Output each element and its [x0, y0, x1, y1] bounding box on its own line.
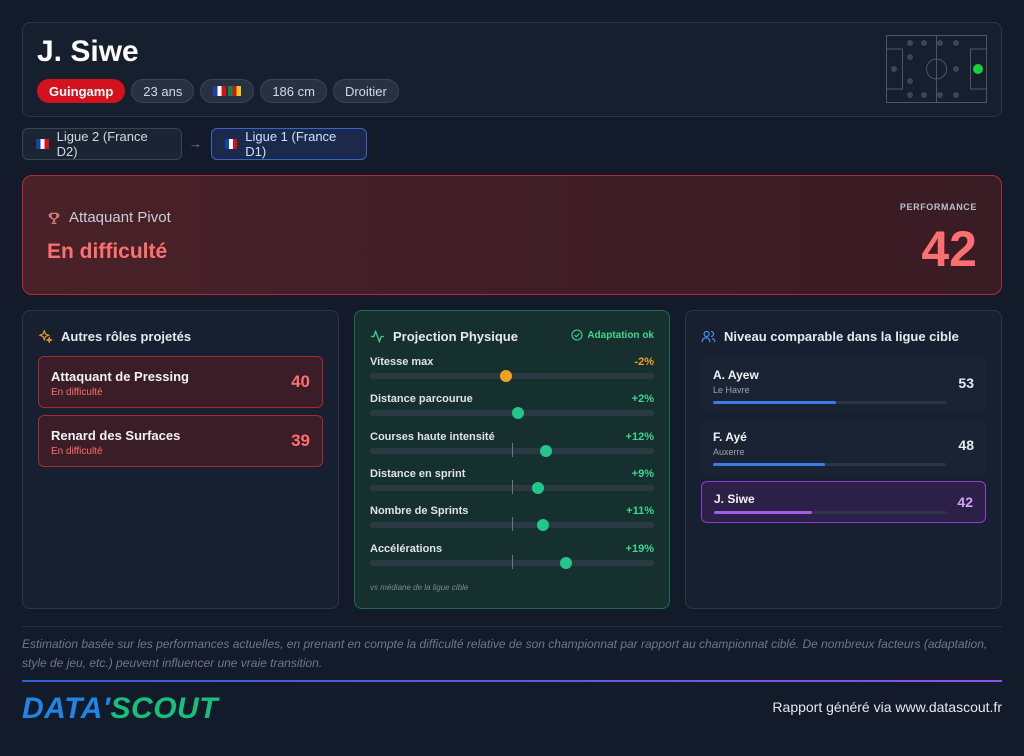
activity-icon — [371, 329, 384, 344]
metric-label: Nombre de Sprints — [370, 505, 469, 518]
physical-metric: Vitesse max -2% — [370, 356, 654, 386]
club-badge[interactable]: Guingamp — [37, 79, 126, 103]
check-circle-icon — [571, 329, 583, 341]
france-flag-icon — [225, 139, 238, 149]
arrow-right-icon: → — [189, 136, 202, 151]
main-role-card: Attaquant Pivot En difficulté PERFORMANC… — [22, 175, 1002, 295]
height-badge: 186 cm — [260, 79, 327, 103]
metric-marker[interactable] — [559, 556, 572, 569]
metric-delta: +11% — [626, 505, 654, 518]
score-bar-track — [713, 401, 946, 404]
other-roles-title: Autres rôles projetés — [38, 329, 191, 344]
role-name: Attaquant de Pressing — [51, 369, 189, 384]
score-bar-fill — [714, 511, 812, 514]
adaptation-badge: Adaptation ok — [571, 329, 654, 341]
comparable-heading: Niveau comparable dans la ligue cible — [724, 329, 959, 344]
report-generated-link[interactable]: Rapport généré via www.datascout.fr — [772, 699, 1002, 715]
metric-label: Courses haute intensité — [370, 430, 495, 443]
footer-divider — [22, 626, 1002, 627]
performance-label: PERFORMANCE — [899, 202, 977, 212]
role-item[interactable]: Attaquant de Pressing En difficulté 40 — [38, 356, 323, 408]
other-roles-panel: Autres rôles projetés Attaquant de Press… — [22, 310, 339, 609]
current-player-card[interactable]: J. Siwe 42 — [701, 481, 986, 523]
physical-metric: Nombre de Sprints +11% — [370, 505, 654, 535]
metric-marker[interactable] — [537, 519, 550, 532]
metric-delta: +9% — [631, 467, 654, 480]
metric-delta: +2% — [631, 393, 654, 406]
disclaimer-text: Estimation basée sur les performances ac… — [22, 637, 988, 670]
score-bar-fill — [713, 463, 825, 466]
median-marker — [512, 442, 513, 457]
trophy-icon — [48, 212, 60, 224]
metric-label: Accélérations — [370, 542, 443, 555]
player-name: J. Siwe — [37, 35, 139, 68]
main-role-name: Attaquant Pivot — [69, 209, 171, 226]
comparable-player-club: Le Havre — [713, 385, 750, 395]
physical-metric: Distance parcourue +2% — [370, 393, 654, 423]
role-item[interactable]: Renard des Surfaces En difficulté 39 — [38, 415, 323, 467]
main-role-status: En difficulté — [47, 240, 168, 263]
median-marker — [512, 479, 513, 494]
physical-metric: Accélérations +19% — [370, 543, 654, 573]
physical-title: Projection Physique — [370, 329, 518, 344]
cameroon-flag-icon — [228, 86, 242, 96]
role-status: En difficulté — [51, 446, 103, 457]
users-icon — [701, 330, 716, 343]
physical-metric: Courses haute intensité +12% — [370, 431, 654, 461]
metric-label: Distance parcourue — [370, 393, 473, 406]
score-bar-fill — [713, 401, 837, 404]
metric-marker[interactable] — [500, 370, 513, 382]
comparable-panel: Niveau comparable dans la ligue cible A.… — [685, 310, 1002, 609]
median-marker — [512, 554, 513, 569]
comparable-player-score: 53 — [958, 375, 974, 391]
comparable-player-name: J. Siwe — [714, 492, 755, 506]
comparable-player-score: 42 — [957, 494, 973, 510]
source-league-label: Ligue 2 (France D2) — [56, 129, 148, 159]
metric-delta: +19% — [625, 542, 654, 555]
physical-heading: Projection Physique — [393, 329, 518, 344]
role-name: Renard des Surfaces — [51, 428, 181, 443]
role-status: En difficulté — [51, 387, 103, 398]
france-flag-icon — [213, 86, 227, 96]
comparable-player-club: Auxerre — [713, 447, 745, 457]
comparable-player-card[interactable]: A. Ayew Le Havre 53 — [701, 358, 986, 412]
datascout-logo[interactable]: DATA'SCOUT — [22, 692, 218, 726]
comparable-player-card[interactable]: F. Ayé Auxerre 48 — [701, 420, 986, 474]
performance-score: 42 — [921, 221, 977, 277]
comparable-player-name: F. Ayé — [713, 430, 747, 444]
metric-delta: +12% — [625, 430, 654, 443]
role-score: 40 — [291, 372, 310, 391]
france-flag-icon — [36, 139, 49, 149]
role-score: 39 — [291, 431, 310, 450]
age-badge: 23 ans — [131, 79, 195, 103]
target-league[interactable]: Ligue 1 (France D1) — [211, 128, 367, 160]
gradient-divider — [22, 680, 1002, 682]
physical-projection-panel: Projection Physique Adaptation ok Vitess… — [354, 310, 670, 609]
metric-marker[interactable] — [531, 481, 544, 494]
nationality-badge — [200, 79, 255, 103]
score-bar-track — [714, 511, 947, 514]
player-tags: Guingamp 23 ans 186 cm Droitier — [37, 79, 399, 103]
metric-marker[interactable] — [540, 444, 553, 457]
metric-label: Vitesse max — [370, 356, 434, 368]
source-league[interactable]: Ligue 2 (France D2) — [22, 128, 182, 160]
pitch-position-icon — [886, 35, 987, 103]
player-header: J. Siwe Guingamp 23 ans 186 cm Droitier — [22, 22, 1002, 117]
metric-label: Distance en sprint — [370, 467, 466, 480]
metric-marker[interactable] — [511, 407, 524, 420]
physical-metric: Distance en sprint +9% — [370, 468, 654, 498]
median-note: vs médiane de la ligue cible — [370, 583, 469, 592]
score-bar-track — [713, 463, 946, 466]
other-roles-heading: Autres rôles projetés — [61, 329, 192, 344]
sparkles-icon — [38, 329, 53, 344]
metric-delta: -2% — [634, 356, 654, 368]
comparable-player-score: 48 — [958, 437, 974, 453]
comparable-player-name: A. Ayew — [713, 368, 759, 382]
median-marker — [512, 517, 513, 532]
adaptation-label: Adaptation ok — [587, 329, 654, 341]
target-league-label: Ligue 1 (France D1) — [245, 129, 337, 159]
comparable-title: Niveau comparable dans la ligue cible — [701, 329, 959, 344]
foot-badge: Droitier — [332, 79, 399, 103]
main-role-title: Attaquant Pivot — [47, 209, 171, 226]
